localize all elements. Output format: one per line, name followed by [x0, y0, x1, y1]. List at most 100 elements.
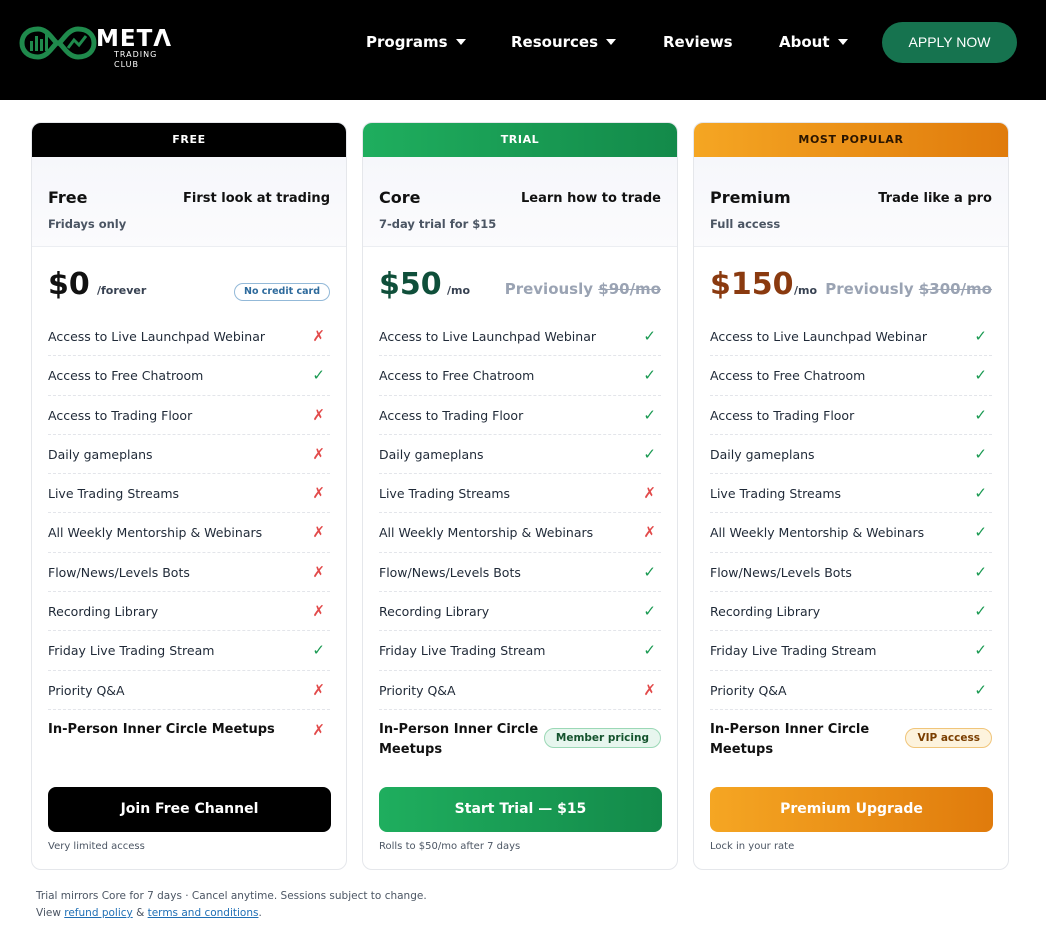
plan-note: Rolls to $50/mo after 7 days	[379, 841, 521, 852]
cross-icon: ✗	[312, 680, 325, 699]
feature-row: Access to Free Chatroom ✓	[710, 356, 992, 396]
feature-label: Live Trading Streams	[379, 486, 511, 502]
nav-label: Reviews	[663, 33, 733, 51]
feature-label: Access to Free Chatroom	[48, 368, 204, 384]
footer-amp: &	[132, 907, 148, 919]
vip-access-badge: VIP access	[905, 727, 992, 748]
feature-row: Priority Q&A ✗	[379, 671, 661, 710]
check-icon: ✓	[643, 641, 656, 660]
cross-icon: ✗	[643, 523, 656, 542]
feature-row: Recording Library ✓	[710, 592, 992, 632]
footer-note: Trial mirrors Core for 7 days · Cancel a…	[36, 890, 427, 902]
check-icon: ✓	[974, 327, 987, 345]
cross-icon: ✗	[312, 523, 325, 542]
feature-label: Flow/News/Levels Bots	[48, 564, 190, 580]
check-icon: ✓	[643, 444, 656, 463]
cross-icon: ✗	[312, 405, 325, 424]
plan-note: Lock in your rate	[710, 841, 795, 852]
feature-label: Daily gameplans	[710, 446, 815, 462]
feature-row: Access to Live Launchpad Webinar ✓	[379, 317, 661, 357]
feature-row-meetups: In-Person Inner Circle Meetups ✗	[48, 710, 330, 770]
feature-label: In-Person Inner Circle Meetups	[710, 721, 870, 757]
feature-row-meetups: In-Person Inner Circle Meetups Member pr…	[379, 710, 661, 770]
feature-label: Friday Live Trading Stream	[48, 643, 215, 659]
start-trial-button[interactable]: Start Trial — $15	[379, 787, 662, 832]
feature-row: Priority Q&A ✗	[48, 671, 330, 710]
feature-label: Priority Q&A	[710, 682, 787, 698]
feature-label: Recording Library	[710, 604, 821, 620]
plan-band: MOST POPULAR	[694, 123, 1008, 157]
check-icon: ✓	[643, 602, 656, 621]
nav-about[interactable]: About	[779, 30, 848, 54]
check-icon: ✓	[974, 484, 987, 503]
feature-row: All Weekly Mentorship & Webinars ✗	[379, 513, 661, 553]
check-icon: ✓	[974, 602, 987, 621]
footer-view-text: View	[36, 907, 65, 919]
nav-label: About	[779, 33, 830, 51]
check-icon: ✓	[643, 366, 656, 385]
feature-list: Access to Live Launchpad Webinar ✗ Access…	[48, 317, 330, 770]
feature-label: Access to Trading Floor	[379, 407, 524, 423]
check-icon: ✓	[643, 327, 656, 345]
cross-icon: ✗	[312, 602, 325, 621]
terms-link[interactable]: terms and conditions	[148, 907, 259, 919]
plan-name: Free	[48, 188, 88, 207]
feature-label: All Weekly Mentorship & Webinars	[379, 525, 594, 541]
feature-label: Flow/News/Levels Bots	[710, 564, 852, 580]
previous-price-prefix: Previously	[825, 280, 919, 298]
cross-icon: ✗	[643, 484, 656, 503]
price-row: $150 /mo Previously $300/mo	[694, 247, 1008, 319]
site-header: METΛ TRADING CLUB Programs Resources Rev…	[0, 0, 1046, 100]
nav-label: Resources	[511, 33, 599, 51]
feature-row: Access to Trading Floor ✓	[710, 396, 992, 435]
feature-row: Live Trading Streams ✗	[48, 474, 330, 514]
feature-row: Priority Q&A ✓	[710, 671, 992, 710]
plan-subtitle: Full access	[710, 217, 781, 231]
price-row: $0 /forever No credit card	[32, 247, 346, 319]
price-row: $50 /mo Previously $90/mo	[363, 247, 677, 319]
feature-row: Friday Live Trading Stream ✓	[48, 631, 330, 671]
check-icon: ✓	[974, 444, 987, 463]
plan-band: TRIAL	[363, 123, 677, 157]
feature-list: Access to Live Launchpad Webinar ✓ Access…	[379, 317, 661, 770]
cross-icon: ✗	[312, 444, 325, 463]
feature-label: Access to Free Chatroom	[379, 368, 535, 384]
feature-label: Recording Library	[379, 604, 490, 620]
previous-price-prefix: Previously	[504, 280, 599, 298]
nav-resources[interactable]: Resources	[511, 30, 617, 54]
feature-row: Access to Live Launchpad Webinar ✓	[710, 317, 992, 357]
check-icon: ✓	[312, 366, 325, 385]
feature-label: Friday Live Trading Stream	[379, 643, 546, 659]
join-free-channel-button[interactable]: Join Free Channel	[48, 787, 331, 832]
footer-period: .	[258, 907, 262, 919]
nav-reviews[interactable]: Reviews	[663, 30, 733, 54]
premium-upgrade-button[interactable]: Premium Upgrade	[710, 787, 993, 832]
feature-row: Flow/News/Levels Bots ✓	[710, 553, 992, 593]
no-credit-card-badge: No credit card	[234, 283, 330, 301]
plan-card-premium: MOST POPULAR Premium Trade like a pro Fu…	[693, 122, 1009, 870]
plan-card-core: TRIAL Core Learn how to trade 7-day tria…	[362, 122, 678, 870]
feature-label: Access to Live Launchpad Webinar	[710, 329, 927, 344]
feature-label: Flow/News/Levels Bots	[379, 564, 521, 580]
feature-row: Access to Trading Floor ✗	[48, 396, 330, 435]
feature-row: All Weekly Mentorship & Webinars ✗	[48, 513, 330, 553]
nav-programs[interactable]: Programs	[366, 30, 466, 54]
plan-price: $50	[379, 267, 442, 302]
feature-row: All Weekly Mentorship & Webinars ✓	[710, 513, 992, 553]
previous-price-value: $90/mo	[598, 280, 661, 298]
check-icon: ✓	[643, 405, 656, 424]
member-pricing-badge: Member pricing	[543, 727, 661, 748]
logo[interactable]: METΛ TRADING CLUB	[18, 22, 183, 69]
feature-label: In-Person Inner Circle Meetups	[379, 721, 539, 757]
feature-label: In-Person Inner Circle Meetups	[48, 721, 275, 737]
apply-now-button[interactable]: APPLY NOW	[882, 22, 1017, 63]
plan-header: Free First look at trading Fridays only	[32, 157, 346, 247]
feature-row: Daily gameplans ✓	[710, 435, 992, 475]
refund-policy-link[interactable]: refund policy	[64, 907, 132, 919]
nav-label: Programs	[366, 33, 448, 51]
feature-label: Recording Library	[48, 604, 159, 620]
plan-tagline: Learn how to trade	[521, 191, 661, 206]
plan-name: Core	[379, 188, 421, 207]
cross-icon: ✗	[643, 680, 656, 699]
feature-row: Flow/News/Levels Bots ✗	[48, 553, 330, 593]
